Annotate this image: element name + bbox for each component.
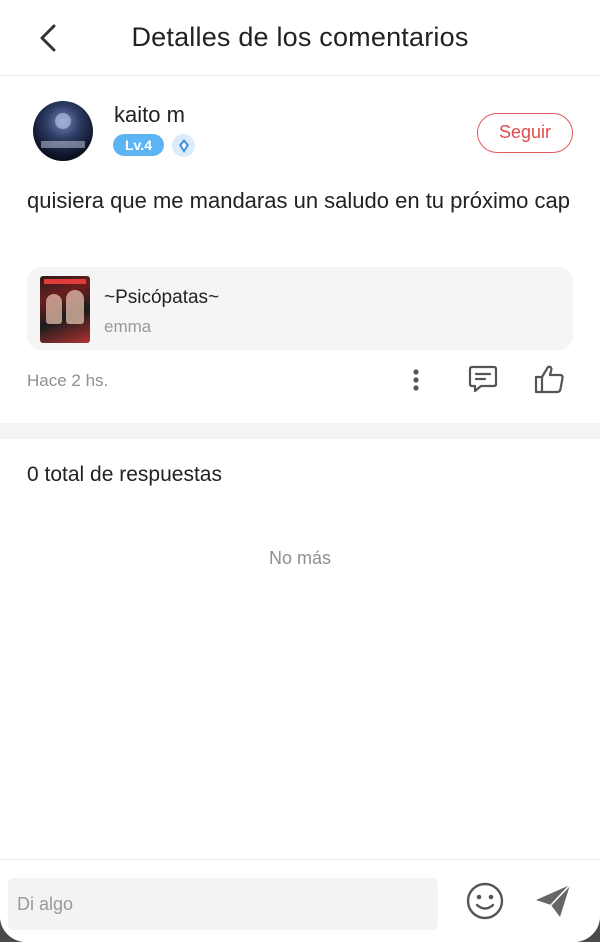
replies-count: 0 total de respuestas	[27, 463, 222, 486]
follow-button[interactable]: Seguir	[477, 113, 573, 153]
section-divider	[0, 423, 600, 439]
reply-button[interactable]	[466, 362, 500, 396]
timestamp: Hace 2 hs.	[27, 371, 109, 390]
book-author: emma	[104, 317, 152, 336]
like-button[interactable]	[532, 362, 568, 396]
book-title: ~Psicópatas~	[104, 287, 220, 308]
comment-text: quisiera que me mandaras un saludo en tu…	[27, 188, 570, 213]
comment-details-screen: Detalles de los comentarios kaito m Lv.4…	[0, 0, 600, 942]
top-bar: Detalles de los comentarios	[0, 0, 600, 76]
level-badge: Lv.4	[113, 134, 164, 156]
avatar[interactable]	[33, 101, 93, 161]
diamond-icon	[172, 134, 195, 157]
username[interactable]: kaito m	[114, 102, 185, 128]
comment-icon	[468, 365, 498, 393]
send-icon	[536, 884, 571, 917]
more-options-button[interactable]	[404, 364, 428, 396]
no-more-label: No más	[268, 548, 331, 568]
comment-input[interactable]	[8, 878, 438, 930]
thumbs-up-icon	[534, 365, 564, 394]
smiley-icon	[466, 882, 504, 920]
send-button[interactable]	[532, 881, 574, 921]
emoji-button[interactable]	[465, 881, 505, 921]
book-cover	[40, 276, 90, 343]
book-card[interactable]: ~Psicópatas~ emma	[27, 267, 573, 350]
comment-input-bar	[0, 859, 600, 942]
more-vertical-icon	[413, 369, 419, 391]
page-title: Detalles de los comentarios	[131, 22, 469, 52]
